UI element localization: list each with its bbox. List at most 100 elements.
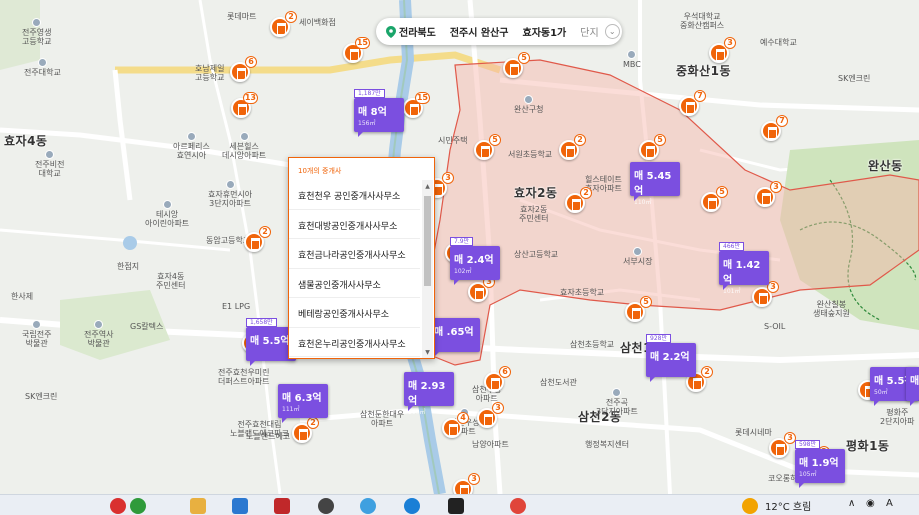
broker-marker[interactable]: 2 — [244, 226, 271, 252]
place-label: E1 LPG — [222, 302, 251, 311]
place-label: 전주역사 박물관 — [84, 320, 113, 348]
price-marker[interactable]: 598만 매 1.9억 105㎡ — [795, 440, 845, 488]
broker-marker[interactable]: 6 — [230, 56, 257, 82]
price-marker[interactable]: 928만 매 2.2억 — [646, 334, 696, 382]
location-pin-icon — [386, 25, 396, 38]
place-label: 효자2동 주민센터 — [519, 205, 549, 224]
district-label: 완산동 — [868, 159, 903, 173]
map-canvas[interactable]: 효자4동 효자2동 중화산1동 완산동 삼천1동 삼천2동 평화1동 평화 전주… — [0, 0, 919, 515]
scroll-down-icon[interactable]: ▼ — [423, 349, 432, 357]
price-marker[interactable]: 매 2.93억 110㎡ — [404, 372, 454, 416]
place-label: GS칼텍스 — [130, 322, 164, 331]
app-icon[interactable] — [318, 498, 334, 514]
place-label: 효자4동 주민센터 — [156, 272, 186, 291]
place-label: SK엔크린 — [838, 74, 871, 83]
weather-icon — [742, 498, 758, 514]
broker-marker[interactable]: 5 — [474, 134, 501, 160]
broker-marker[interactable]: 5 — [625, 296, 652, 322]
broker-marker[interactable]: 5 — [503, 52, 530, 78]
chrome-icon[interactable] — [510, 498, 526, 514]
place-label: MBC — [623, 50, 641, 69]
broker-marker[interactable]: 3 — [755, 181, 782, 207]
file-explorer-icon[interactable] — [190, 498, 206, 514]
agent-list-scrollbar[interactable]: ▲ ▼ — [422, 180, 433, 358]
broker-marker[interactable]: 7 — [679, 90, 706, 116]
system-icon[interactable]: ◉ — [866, 498, 875, 509]
place-label: SK엔크린 — [25, 392, 58, 401]
price-marker[interactable]: 1,187만 매 8억 156㎡ — [354, 89, 404, 137]
agent-count-header: 10개의 중개사 — [298, 167, 342, 175]
broker-marker[interactable]: 2 — [565, 187, 592, 213]
scrollbar-thumb[interactable] — [424, 196, 431, 286]
place-label: 롯데마트 — [227, 12, 257, 21]
place-label: 전주대학교 — [24, 58, 61, 77]
agent-item[interactable]: 효천천우 공인중개사사무소 — [289, 180, 420, 210]
dong-selector[interactable]: 효자동1가 — [523, 24, 567, 39]
place-label: 한점지 — [117, 262, 140, 271]
broker-marker[interactable]: 2 — [559, 134, 586, 160]
broker-marker[interactable]: 5 — [701, 186, 728, 212]
price-marker[interactable]: 7.9만 매 2.4억 102㎡ — [450, 237, 500, 285]
chevron-up-icon[interactable]: ∧ — [848, 498, 855, 509]
broker-marker[interactable]: 3 — [709, 37, 736, 63]
district-label: 중화산1동 — [676, 64, 732, 78]
province-selector[interactable]: 전라북도 — [399, 24, 436, 39]
place-label: 호남제일 고등학교 — [195, 64, 225, 83]
chevron-down-icon[interactable]: ⌄ — [604, 24, 620, 39]
place-label: 완산칠봉 생태숲지원 — [813, 300, 850, 319]
complex-selector[interactable]: 단지 — [580, 24, 598, 39]
strawberry-icon[interactable] — [110, 498, 126, 514]
store-icon[interactable] — [232, 498, 248, 514]
price-marker[interactable]: 매 6.3억 111㎡ — [278, 384, 328, 423]
broker-marker[interactable]: 2 — [270, 11, 297, 37]
broker-marker[interactable]: 4 — [442, 412, 469, 438]
location-breadcrumb[interactable]: 전라북도 전주시 완산구 효자동1가 단지 ⌄ — [376, 18, 622, 45]
agent-item[interactable]: 효천대방공인중개사사무소 — [289, 210, 420, 239]
broker-marker[interactable]: 15 — [403, 92, 430, 118]
price-marker[interactable]: 466만 매 1.42억 101㎡ — [719, 242, 769, 295]
broker-marker[interactable]: 13 — [231, 92, 258, 118]
broker-marker[interactable]: 7 — [761, 115, 788, 141]
price-marker[interactable]: 매 .65억 — [430, 318, 480, 357]
place-label: 전주비전 대학교 — [35, 150, 64, 178]
agent-item[interactable]: 효천온누리공인중개사사무소 — [289, 328, 420, 357]
agent-item[interactable]: 효천금나라공인중개사사무소 — [289, 239, 420, 269]
windows-taskbar: 12°C 흐림 ∧ ◉ A — [0, 494, 919, 515]
district-selector[interactable]: 전주시 완산구 — [450, 24, 509, 39]
agent-item[interactable]: 베테랑공인중개사사무소 — [289, 298, 420, 328]
mcafee-icon[interactable] — [274, 498, 290, 514]
broker-marker[interactable]: 3 — [477, 402, 504, 428]
agent-list-popup[interactable]: 10개의 중개사 효천천우 공인중개사사무소 효천대방공인중개사사무소 효천금나… — [288, 157, 435, 359]
place-label: 완산구청 — [514, 95, 543, 114]
broker-marker[interactable]: 15 — [343, 37, 370, 63]
weather-text[interactable]: 12°C 흐림 — [765, 498, 811, 513]
place-label: S-OIL — [764, 322, 786, 331]
place-label: 삼천도서관 — [540, 378, 577, 387]
ime-icon[interactable]: A — [886, 498, 893, 509]
scroll-up-icon[interactable]: ▲ — [423, 183, 432, 191]
broker-marker[interactable]: 6 — [484, 366, 511, 392]
broker-marker[interactable]: 5 — [639, 134, 666, 160]
app-icon[interactable] — [448, 498, 464, 514]
place-label: 효자초등학교 — [560, 288, 605, 297]
place-label: 삼천초등학교 — [570, 340, 615, 349]
browser-icon[interactable] — [360, 498, 376, 514]
place-label: 예수대학교 — [760, 38, 797, 47]
broker-marker[interactable]: 3 — [769, 432, 796, 458]
district-label: 효자4동 — [4, 134, 48, 148]
agent-item[interactable]: 샘물공인중개사사무소 — [289, 269, 420, 298]
place-label: 롯데시네마 — [735, 428, 772, 437]
place-label: 전주효천대림 노블랜드에코파크 — [230, 420, 289, 439]
place-label: 전주영생 고등학교 — [22, 18, 51, 46]
broker-marker[interactable]: 2 — [292, 417, 319, 443]
place-label: 시민주택 — [438, 136, 468, 145]
place-label: 아르페리스 효연시아 — [173, 132, 210, 160]
strawberry-icon[interactable] — [130, 498, 146, 514]
price-marker[interactable]: 매 5.45억 110㎡ — [630, 162, 680, 206]
place-label: 한사제 — [11, 292, 34, 301]
place-label: 남양아파트 — [472, 440, 509, 449]
place-label: 효자휴먼시아 3단지아파트 — [208, 180, 252, 208]
edge-icon[interactable] — [404, 498, 420, 514]
price-marker[interactable]: 매 — [906, 367, 919, 406]
broker-marker[interactable]: 3 — [468, 276, 495, 302]
